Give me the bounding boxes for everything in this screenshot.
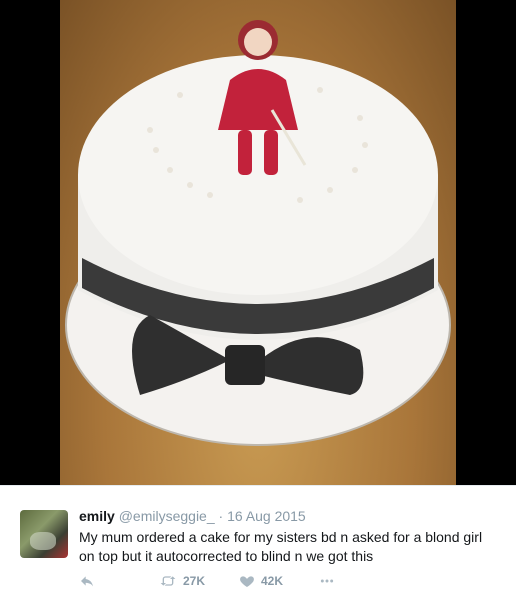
cake-photo[interactable] bbox=[60, 0, 456, 485]
reply-icon bbox=[81, 576, 93, 587]
reply-button[interactable] bbox=[79, 572, 95, 590]
like-button[interactable]: 42K bbox=[239, 572, 283, 590]
author-name[interactable]: emily bbox=[79, 508, 115, 524]
tweet-header: emily @emilyseggie_ · 16 Aug 2015 bbox=[79, 507, 306, 525]
media-frame bbox=[0, 0, 516, 485]
like-count: 42K bbox=[261, 574, 284, 588]
more-icon bbox=[320, 579, 334, 583]
tweet-date[interactable]: 16 Aug 2015 bbox=[227, 508, 306, 524]
author-handle[interactable]: @emilyseggie_ bbox=[119, 508, 215, 524]
more-button[interactable] bbox=[317, 572, 337, 590]
tweet: emily @emilyseggie_ · 16 Aug 2015 My mum… bbox=[0, 485, 516, 611]
retweet-button[interactable]: 27K bbox=[159, 572, 205, 590]
cake-illustration bbox=[65, 20, 451, 446]
tweet-text: My mum ordered a cake for my sisters bd … bbox=[79, 529, 483, 564]
retweet-icon bbox=[160, 576, 176, 586]
heart-icon bbox=[240, 576, 254, 587]
tweet-actions: 27K 42K bbox=[79, 572, 499, 590]
separator: · bbox=[218, 508, 224, 524]
avatar[interactable] bbox=[20, 510, 68, 558]
retweet-count: 27K bbox=[183, 574, 206, 588]
